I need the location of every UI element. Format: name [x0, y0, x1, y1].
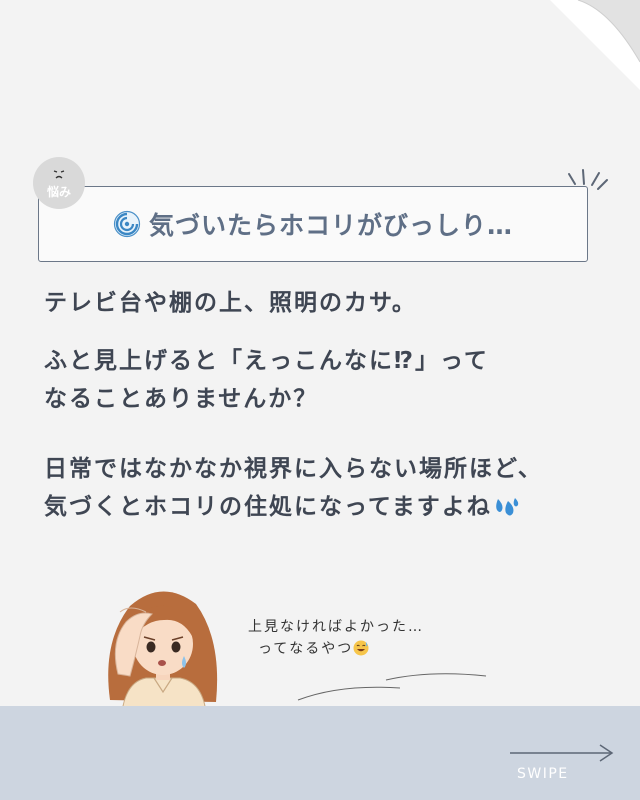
paragraph-2: ふと見上げると「えっこんなに⁉」って なることありませんか？ [44, 342, 489, 418]
paragraph-3-line-2-wrap: 気づくとホコリの住処になってますよね [44, 488, 543, 526]
paragraph-3: 日常ではなかなか視界に入らない場所ほど、 気づくとホコリの住処になってますよね [44, 450, 543, 526]
paragraph-2-line-2: なることありませんか？ [44, 386, 319, 412]
motion-lines-decoration [297, 673, 487, 701]
sweat-smile-emoji-icon [353, 640, 369, 656]
cyclone-icon [113, 210, 141, 238]
paragraph-2-line-1: ふと見上げると「えっこんなに⁉」って [44, 348, 489, 374]
page-curl-decoration [550, 0, 640, 90]
sparkle-lines-decoration [568, 169, 608, 190]
bubble-line-2-wrap: ってなるやつ [248, 638, 424, 660]
badge-label: 悩み [46, 184, 71, 199]
sweat-droplets-icon [495, 497, 518, 515]
title-box: 気づいたらホコリがびっしり… [38, 186, 588, 262]
paragraph-3-line-1: 日常ではなかなか視界に入らない場所ほど、 [44, 456, 543, 482]
bubble-line-1: 上見なければよかった… [248, 619, 424, 635]
paragraph-1: テレビ台や棚の上、照明のカサ。 [44, 284, 417, 322]
paragraph-3-line-2: 気づくとホコリの住処になってますよね [44, 494, 492, 520]
paragraph-1-line-1: テレビ台や棚の上、照明のカサ。 [44, 290, 417, 316]
worried-girl-illustration [108, 591, 218, 712]
page-title: 気づいたらホコリがびっしり… [148, 211, 513, 240]
worry-badge: 悩み [33, 157, 85, 209]
swipe-arrow-icon[interactable] [508, 742, 616, 762]
troubled-face-icon [51, 168, 67, 182]
swipe-label[interactable]: SWIPE [517, 766, 569, 782]
bubble-line-2: ってなるやつ [258, 641, 354, 657]
speech-bubble: 上見なければよかった… ってなるやつ [248, 616, 424, 660]
